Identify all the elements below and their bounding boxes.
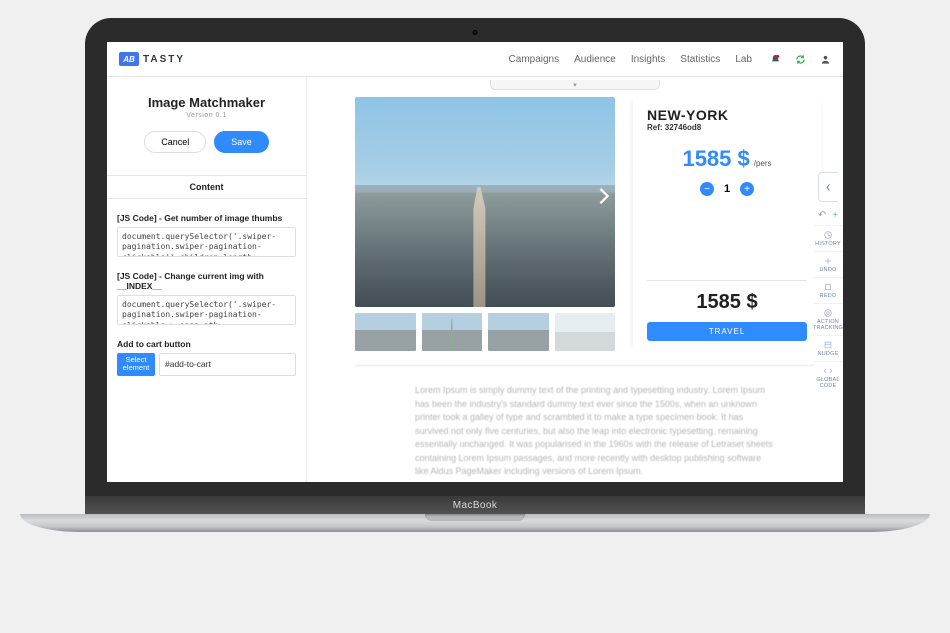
- preview-canvas: ▾: [307, 77, 843, 482]
- user-icon[interactable]: [820, 54, 831, 65]
- panel-version: Version 0.1: [115, 112, 298, 119]
- label-thumbs-count: [JS Code] - Get number of image thumbs: [117, 213, 296, 223]
- gallery-thumb[interactable]: [422, 313, 483, 351]
- rail-label: HISTORY: [815, 241, 841, 247]
- brand-logo[interactable]: AB TASTY: [119, 52, 185, 66]
- qty-value: 1: [724, 183, 730, 195]
- top-bar: AB TASTY Campaigns Audience Insights Sta…: [107, 42, 843, 77]
- camera-icon: [473, 30, 478, 35]
- product-price: 1585 $ /pers: [647, 146, 807, 172]
- rail-undo-icon[interactable]: ↶: [818, 210, 826, 221]
- rail-label: GLOBAL CODE: [816, 377, 839, 389]
- product-total: 1585 $: [647, 280, 807, 314]
- qty-minus-button[interactable]: −: [700, 182, 714, 196]
- laptop-base: [20, 514, 930, 532]
- laptop-brand-label: MacBook: [453, 500, 498, 511]
- price-unit: /pers: [754, 159, 772, 168]
- canvas-top-handle[interactable]: ▾: [490, 80, 660, 90]
- gallery-thumb[interactable]: [555, 313, 616, 351]
- gallery-thumb[interactable]: [355, 313, 416, 351]
- laptop-notch: [425, 514, 525, 521]
- refresh-icon[interactable]: [795, 54, 806, 65]
- rail-redo[interactable]: REDO: [813, 277, 843, 303]
- cancel-button[interactable]: Cancel: [144, 131, 206, 153]
- qty-plus-button[interactable]: +: [740, 182, 754, 196]
- rail-plus-icon[interactable]: +: [832, 210, 838, 221]
- nav-audience[interactable]: Audience: [574, 54, 616, 65]
- bell-icon[interactable]: [770, 54, 781, 65]
- rail-label: REDO: [820, 293, 837, 299]
- laptop-hinge: MacBook: [85, 496, 865, 514]
- rail-global-code[interactable]: GLOBAL CODE: [813, 361, 843, 393]
- rail-nudge[interactable]: NUDGE: [813, 335, 843, 361]
- tab-content[interactable]: Content: [107, 175, 306, 199]
- nav-statistics[interactable]: Statistics: [680, 54, 720, 65]
- product-ref: Ref: 32746od8: [647, 123, 807, 132]
- nav-lab[interactable]: Lab: [735, 54, 752, 65]
- price-value: 1585 $: [682, 146, 749, 171]
- laptop-mockup: AB TASTY Campaigns Audience Insights Sta…: [85, 18, 865, 532]
- tool-rail: ↶ + HISTORY UNDO REDO: [813, 172, 843, 393]
- gallery-next-icon[interactable]: [597, 185, 611, 207]
- nav-campaigns[interactable]: Campaigns: [509, 54, 560, 65]
- description-text: Lorem Ipsum is simply dummy text of the …: [355, 365, 815, 479]
- nav-actions: [770, 54, 831, 65]
- save-button[interactable]: Save: [214, 131, 269, 153]
- travel-button[interactable]: TRAVEL: [647, 322, 807, 341]
- code-thumbs-count[interactable]: [117, 227, 296, 257]
- quantity-stepper: − 1 +: [647, 182, 807, 196]
- label-change-img: [JS Code] - Change current img with __IN…: [117, 271, 296, 291]
- rail-label: UNDO: [820, 267, 837, 273]
- code-change-img[interactable]: [117, 295, 296, 325]
- product-title: NEW-YORK: [647, 107, 807, 123]
- select-element-button[interactable]: Select element: [117, 353, 155, 376]
- editor-side-panel: Image Matchmaker Version 0.1 Cancel Save…: [107, 77, 307, 482]
- cart-selector-input[interactable]: [159, 353, 296, 376]
- gallery-main-image[interactable]: [355, 97, 615, 307]
- logo-text: TASTY: [143, 54, 185, 65]
- rail-expand-icon[interactable]: [818, 172, 838, 202]
- rail-undo[interactable]: UNDO: [813, 251, 843, 277]
- gallery-thumb[interactable]: [488, 313, 549, 351]
- logo-mark: AB: [119, 52, 139, 66]
- rail-label: NUDGE: [818, 351, 839, 357]
- app-screen: AB TASTY Campaigns Audience Insights Sta…: [107, 42, 843, 482]
- rail-history[interactable]: HISTORY: [813, 225, 843, 251]
- rail-action-tracking[interactable]: ACTION TRACKING: [813, 303, 843, 335]
- product-card: NEW-YORK Ref: 32746od8 1585 $ /pers − 1 +…: [633, 97, 821, 351]
- screen-bezel: AB TASTY Campaigns Audience Insights Sta…: [85, 18, 865, 496]
- rail-label: ACTION TRACKING: [813, 319, 843, 331]
- main-nav: Campaigns Audience Insights Statistics L…: [509, 54, 752, 65]
- gallery: [355, 97, 615, 351]
- label-add-to-cart: Add to cart button: [117, 339, 296, 349]
- panel-title: Image Matchmaker: [115, 95, 298, 110]
- nav-insights[interactable]: Insights: [631, 54, 665, 65]
